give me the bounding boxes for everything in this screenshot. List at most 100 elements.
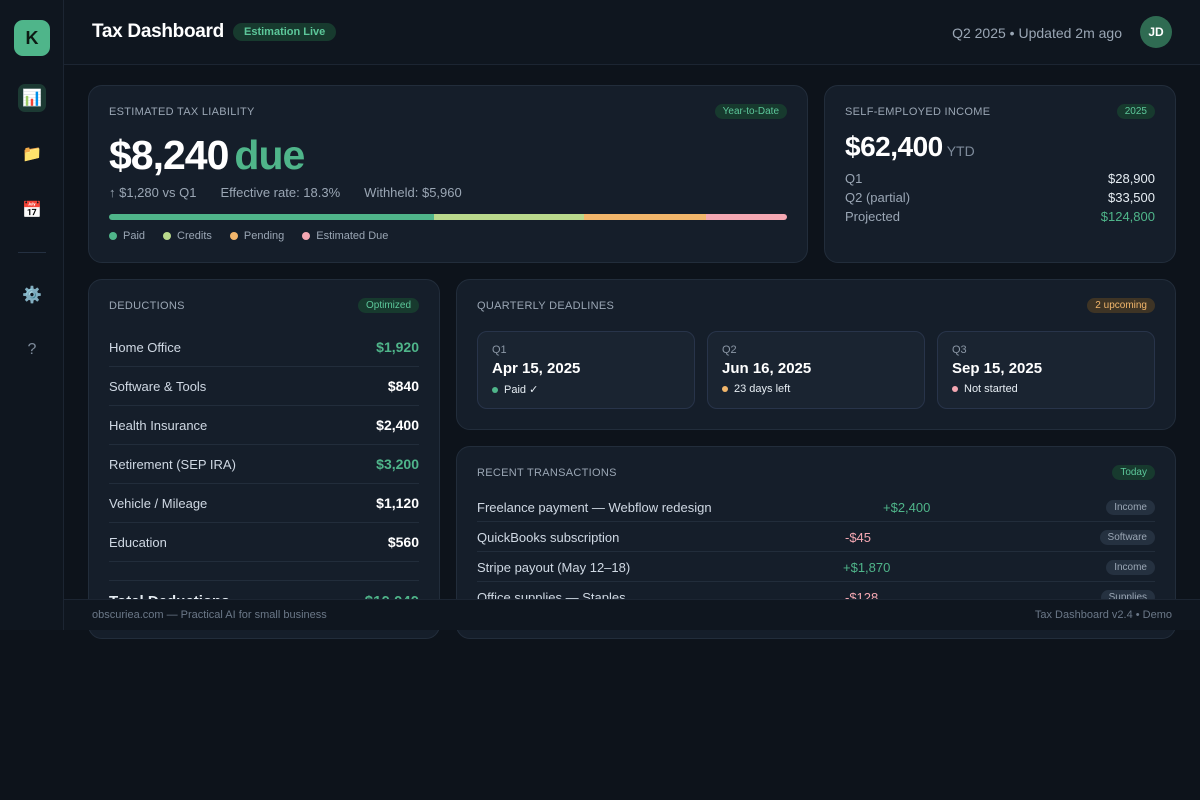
progress-legend: Paid Credits Pending Estimated Due <box>109 230 388 242</box>
status-text: Paid ✓ <box>504 384 539 396</box>
gear-icon[interactable]: ⚙️ <box>18 281 46 309</box>
income-row-value: $33,500 <box>1108 190 1155 205</box>
quarter-status: Not started <box>952 383 1018 395</box>
transaction-amount: +$2,400 <box>883 500 931 515</box>
card-label: Estimated Tax Liability <box>109 106 255 118</box>
sidebar-divider <box>18 252 46 253</box>
rate-stat: Effective rate: 18.3% <box>220 185 341 200</box>
legend-label: Paid <box>123 230 146 242</box>
quarter-status: Paid ✓ <box>492 383 538 396</box>
quarter-name: Q3 <box>952 344 967 356</box>
income-row-label: Projected <box>845 209 900 224</box>
ytd-label: YTD <box>946 143 975 159</box>
avatar[interactable]: JD <box>1140 16 1172 48</box>
liability-card: Estimated Tax Liability Year-to-Date $8,… <box>88 85 808 263</box>
deduction-label: Software & Tools <box>109 378 207 394</box>
income-value: $62,400 <box>845 131 943 162</box>
table-row[interactable]: Freelance payment — Webflow redesign +$2… <box>477 492 1155 522</box>
table-row[interactable]: Stripe payout (May 12–18) +$1,870 Income <box>477 552 1155 582</box>
deadlines-card: Quarterly Deadlines 2 upcoming Q1 Apr 15… <box>456 279 1176 430</box>
help-icon[interactable]: ? <box>18 336 46 364</box>
folder-icon[interactable]: 📁 <box>18 140 46 168</box>
due-label: due <box>234 132 305 178</box>
card-label: Quarterly Deadlines <box>477 300 615 312</box>
legend-dot <box>109 232 117 240</box>
liability-amount: $8,240 due <box>109 132 305 179</box>
transaction-description: Stripe payout (May 12–18) <box>477 560 631 575</box>
optimized-pill: Optimized <box>357 298 419 313</box>
page-title: Tax Dashboard <box>92 21 224 42</box>
today-pill: Today <box>1112 465 1155 480</box>
calendar-icon[interactable]: 📅 <box>18 196 46 224</box>
transactions-list: Freelance payment — Webflow redesign +$2… <box>477 492 1155 612</box>
progress-segment <box>109 214 435 220</box>
footer-version: Tax Dashboard v2.4 • Demo <box>1034 609 1172 621</box>
table-row[interactable]: QuickBooks subscription -$45 Software <box>477 522 1155 552</box>
chart-icon[interactable]: 📊 <box>18 84 46 112</box>
status-dot <box>492 386 498 393</box>
list-item[interactable]: Vehicle / Mileage $1,120 <box>109 484 419 523</box>
quarter-status: 23 days left <box>722 383 790 395</box>
quarter-card-q2[interactable]: Q2 Jun 16, 2025 23 days left <box>707 331 925 409</box>
legend-dot <box>302 232 311 240</box>
transaction-description: Freelance payment — Webflow redesign <box>477 500 712 515</box>
transaction-amount: +$1,870 <box>843 560 891 575</box>
income-row: Q1 $28,900 <box>845 171 1155 190</box>
upcoming-pill: 2 upcoming <box>1087 298 1155 313</box>
deduction-value: $840 <box>387 378 419 394</box>
quarter-date: Apr 15, 2025 <box>492 360 581 377</box>
card-label: Self-Employed Income <box>845 106 991 118</box>
list-item[interactable]: Software & Tools $840 <box>109 367 419 406</box>
transaction-description: QuickBooks subscription <box>477 530 620 545</box>
quarter-name: Q1 <box>492 344 507 356</box>
legend-label: Pending <box>243 230 285 242</box>
legend-dot <box>163 232 172 240</box>
deduction-value: $1,920 <box>376 339 419 355</box>
sidebar: K 📊 📁 📅 ⚙️ ? <box>0 0 64 630</box>
deduction-label: Retirement (SEP IRA) <box>109 456 236 472</box>
quarter-date: Jun 16, 2025 <box>722 360 812 377</box>
list-item[interactable]: Education $560 <box>109 523 419 562</box>
period-label: Q2 2025 • Updated 2m ago <box>952 25 1122 41</box>
quarter-card-q1[interactable]: Q1 Apr 15, 2025 Paid ✓ <box>477 331 695 409</box>
legend-label: Credits <box>177 230 212 242</box>
app-logo[interactable]: K <box>14 20 50 56</box>
deduction-label: Health Insurance <box>109 417 208 433</box>
status-text: Not started <box>964 383 1018 395</box>
legend-item: Paid <box>109 230 145 242</box>
income-row-label: Q2 (partial) <box>845 190 911 205</box>
footer-credit[interactable]: obscuriea.com — Practical AI for small b… <box>92 609 327 621</box>
income-row-label: Q1 <box>845 171 863 186</box>
footer: obscuriea.com — Practical AI for small b… <box>64 599 1200 630</box>
deductions-list: Home Office $1,920 Software & Tools $840… <box>109 328 419 562</box>
list-item[interactable]: Home Office $1,920 <box>109 328 419 367</box>
liability-stats: ↑ $1,280 vs Q1 Effective rate: 18.3% Wit… <box>109 185 462 200</box>
status-dot <box>952 386 958 392</box>
period-pill: Year-to-Date <box>714 104 787 119</box>
deductions-card: Deductions Optimized Home Office $1,920 … <box>88 279 440 639</box>
income-row-value: $124,800 <box>1100 209 1155 224</box>
quarter-card-q3[interactable]: Q3 Sep 15, 2025 Not started <box>937 331 1155 409</box>
deduction-value: $3,200 <box>376 456 419 472</box>
quarter-name: Q2 <box>722 344 737 356</box>
deduction-value: $560 <box>387 534 419 550</box>
deduction-label: Vehicle / Mileage <box>109 495 208 511</box>
income-row: Projected $124,800 <box>845 209 1155 228</box>
progress-segment <box>705 214 787 220</box>
list-item[interactable]: Health Insurance $2,400 <box>109 406 419 445</box>
list-item[interactable]: Retirement (SEP IRA) $3,200 <box>109 445 419 484</box>
legend-label: Estimated Due <box>316 230 389 242</box>
category-tag: Software <box>1099 530 1155 545</box>
progress-segment <box>434 214 584 220</box>
income-row-value: $28,900 <box>1108 171 1155 186</box>
amount-value: $8,240 <box>109 132 229 178</box>
legend-item: Estimated Due <box>302 230 388 242</box>
status-badge: Estimation Live <box>233 23 337 41</box>
status-text: 23 days left <box>734 383 791 395</box>
quarter-date: Sep 15, 2025 <box>952 360 1043 377</box>
deduction-value: $1,120 <box>376 495 419 511</box>
deduction-label: Home Office <box>109 339 182 355</box>
progress-segment <box>583 214 706 220</box>
deduction-value: $2,400 <box>376 417 419 433</box>
card-label: Recent Transactions <box>477 467 617 479</box>
